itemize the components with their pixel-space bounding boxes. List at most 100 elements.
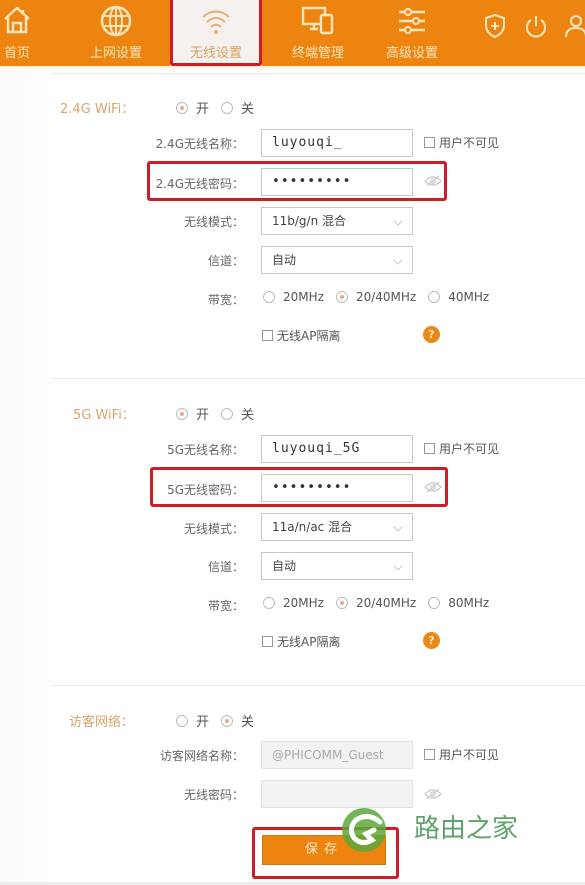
eye-hidden-icon[interactable] (424, 788, 442, 800)
nav-item-device-management[interactable]: 终端管理 (283, 0, 353, 66)
guest-password-input[interactable] (261, 780, 413, 808)
checkbox-label: 用户不可见 (439, 136, 500, 150)
nav-label-internet-settings: 上网设置 (89, 46, 142, 61)
checkbox-label: 用户不可见 (439, 748, 500, 762)
help-icon[interactable]: ? (423, 326, 440, 343)
bandwidth-option[interactable]: 20MHz (263, 290, 324, 304)
watermark-text: 路由之家 (414, 814, 519, 844)
chevron-down-icon (393, 255, 403, 265)
eye-hidden-icon[interactable] (424, 481, 442, 493)
nav-label-home: 首页 (3, 46, 30, 61)
bandwidth-option[interactable]: 40MHz (428, 290, 489, 304)
checkbox-box[interactable] (424, 749, 435, 760)
nav-label-advanced-settings: 高级设置 (385, 46, 438, 61)
radio-label: 20MHz (283, 290, 324, 304)
radio-label: 20MHz (283, 596, 324, 610)
nav-bottom-shadow (0, 66, 585, 70)
wifi24-ap-isolation-checkbox[interactable]: 无线AP隔离 (262, 327, 340, 344)
radio-off[interactable] (221, 101, 234, 114)
nav-item-wireless-settings[interactable]: 无线设置 (170, 0, 262, 66)
wifi5-ssid-input[interactable]: luyouqi_5G (261, 435, 413, 463)
wifi5-password-label: 5G无线密码： (167, 483, 244, 497)
wifi24-enable-radio-group: 开 关 (176, 98, 266, 117)
bandwidth-option[interactable]: 20/40MHz (335, 596, 417, 610)
wifi5-channel-label: 信道： (207, 560, 244, 574)
nav-label-wireless-settings: 无线设置 (189, 46, 242, 61)
checkbox-box[interactable] (424, 137, 435, 148)
section-divider (52, 685, 585, 686)
nav-item-home[interactable]: 首页 (0, 0, 34, 66)
guest-section-label: 访客网络： (69, 715, 135, 730)
radio[interactable] (335, 291, 348, 303)
wifi24-ssid-input[interactable]: luyouqi_ (261, 129, 413, 157)
wifi5-off-option[interactable]: 关 (221, 404, 254, 423)
guest-off-option[interactable]: 关 (221, 711, 254, 730)
eye-hidden-icon[interactable] (424, 175, 442, 187)
wifi24-section-label: 2.4G WiFi： (60, 102, 135, 117)
wifi5-mode-label: 无线模式： (183, 522, 244, 536)
checkbox-label: 无线AP隔离 (277, 635, 341, 649)
radio[interactable] (263, 291, 275, 303)
checkbox-box[interactable] (262, 330, 273, 341)
checkbox-label: 无线AP隔离 (277, 329, 341, 343)
radio[interactable] (428, 597, 441, 609)
sliders-icon (399, 8, 425, 34)
nav-item-advanced-settings[interactable]: 高级设置 (376, 0, 448, 66)
radio-label-on: 开 (196, 102, 210, 117)
wifi24-password-label: 2.4G无线密码： (155, 177, 244, 191)
wifi24-password-input[interactable]: ••••••••• (261, 168, 413, 196)
watermark-logo-icon (342, 808, 386, 852)
radio-on[interactable] (176, 714, 188, 727)
shield-plus-icon[interactable] (483, 13, 507, 39)
wifi5-section-label: 5G WiFi： (73, 408, 135, 423)
nav-item-internet-settings[interactable]: 上网设置 (80, 0, 152, 66)
select-value: 自动 (272, 559, 297, 573)
help-icon[interactable]: ? (423, 632, 440, 649)
wifi5-channel-select[interactable]: 自动 (261, 552, 413, 580)
radio[interactable] (428, 291, 441, 303)
checkbox-box[interactable] (424, 443, 435, 454)
radio[interactable] (335, 597, 348, 609)
guest-ssid-label: 访客网络名称： (159, 749, 244, 763)
wifi24-channel-label: 信道： (207, 254, 244, 268)
wifi5-enable-radio-group: 开 关 (176, 404, 266, 423)
radio-off[interactable] (221, 407, 234, 420)
globe-icon (100, 5, 132, 37)
wifi5-bandwidth-label: 带宽： (207, 599, 244, 613)
guest-ssid-input[interactable]: @PHICOMM_Guest (261, 741, 413, 769)
checkbox-box[interactable] (262, 636, 273, 647)
guest-enable-radio-group: 开 关 (176, 711, 266, 730)
power-icon[interactable] (524, 13, 548, 39)
bandwidth-option[interactable]: 20/40MHz (335, 290, 417, 304)
user-icon[interactable] (564, 13, 585, 39)
bandwidth-option[interactable]: 20MHz (263, 596, 324, 610)
radio-label: 20/40MHz (355, 596, 417, 610)
guest-on-option[interactable]: 开 (176, 711, 209, 730)
bandwidth-option[interactable]: 80MHz (428, 596, 489, 610)
section-divider (52, 378, 585, 379)
wifi-icon (202, 10, 230, 34)
wifi5-password-input[interactable]: ••••••••• (261, 474, 413, 502)
radio-label: 80MHz (448, 596, 490, 610)
wifi5-ap-isolation-checkbox[interactable]: 无线AP隔离 (262, 633, 340, 650)
select-value: 11b/g/n 混合 (272, 214, 347, 228)
wifi24-on-option[interactable]: 开 (176, 98, 209, 117)
radio-off[interactable] (221, 714, 234, 727)
radio-on[interactable] (176, 101, 188, 114)
radio-label: 20/40MHz (355, 290, 417, 304)
guest-hide-ssid-checkbox[interactable]: 用户不可见 (424, 746, 499, 763)
chevron-down-icon (393, 561, 403, 571)
checkbox-label: 用户不可见 (439, 442, 500, 456)
wifi5-hide-ssid-checkbox[interactable]: 用户不可见 (424, 440, 499, 457)
wifi24-off-option[interactable]: 关 (221, 98, 254, 117)
radio-label-off: 关 (241, 102, 255, 117)
radio[interactable] (263, 597, 275, 609)
wifi5-ssid-label: 5G无线名称： (167, 443, 244, 457)
wifi24-channel-select[interactable]: 自动 (261, 246, 413, 274)
wifi24-mode-select[interactable]: 11b/g/n 混合 (261, 207, 413, 235)
radio-on[interactable] (176, 407, 188, 420)
wifi5-on-option[interactable]: 开 (176, 404, 209, 423)
wifi5-mode-select[interactable]: 11a/n/ac 混合 (261, 513, 413, 541)
wifi24-hide-ssid-checkbox[interactable]: 用户不可见 (424, 134, 499, 151)
nav-label-device-management: 终端管理 (291, 46, 344, 61)
